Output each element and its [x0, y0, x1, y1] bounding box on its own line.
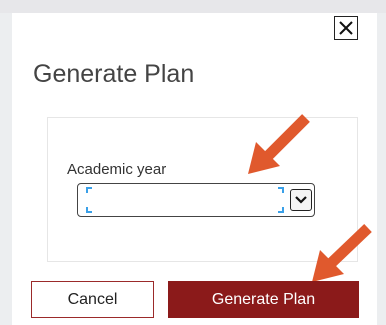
background-band-left	[0, 13, 12, 325]
background-band-right	[377, 13, 386, 325]
arrow-icon	[312, 224, 372, 282]
cancel-button[interactable]: Cancel	[31, 281, 154, 318]
close-icon	[339, 21, 353, 35]
background-band-top	[0, 0, 386, 13]
dropdown-toggle[interactable]	[290, 189, 312, 211]
focus-corner	[86, 187, 92, 193]
focus-corner	[278, 187, 284, 193]
academic-year-label: Academic year	[67, 161, 167, 178]
dialog-title: Generate Plan	[33, 60, 195, 88]
arrow-icon	[248, 114, 310, 174]
generate-plan-button[interactable]: Generate Plan	[168, 281, 359, 318]
academic-year-select[interactable]	[77, 183, 315, 217]
chevron-down-icon	[295, 196, 307, 204]
focus-corner	[86, 207, 92, 213]
close-button[interactable]	[334, 16, 358, 40]
focus-corner	[278, 207, 284, 213]
